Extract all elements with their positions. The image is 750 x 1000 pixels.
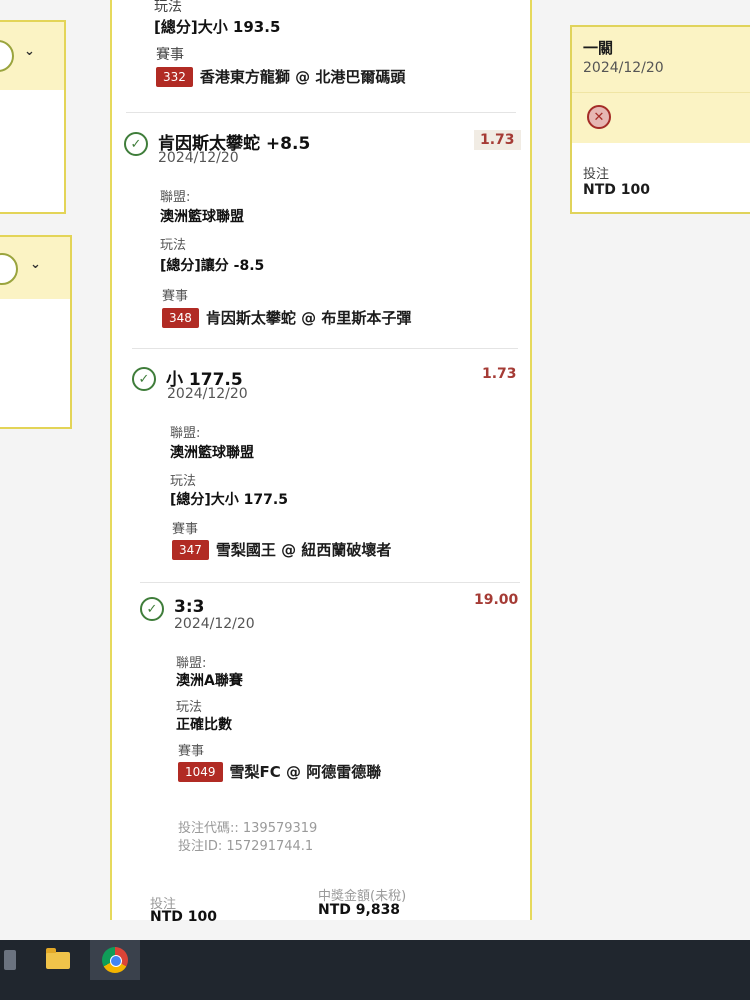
event-name: 香港東方龍獅 @ 北港巴爾碼頭: [199, 68, 406, 86]
chrome-button[interactable]: [95, 940, 135, 980]
league-label: 聯盟:: [160, 190, 191, 205]
chevron-down-icon[interactable]: ⌄: [24, 44, 35, 59]
bet-leg: ✓ 3:3 2024/12/20 19.00 聯盟: 澳洲A聯賽 玩法 正確比數…: [112, 590, 530, 790]
leg-date: 2024/12/20: [174, 616, 255, 632]
left-bet-card-1[interactable]: ⌄: [0, 20, 66, 214]
left-bet-card-2[interactable]: ⌄: [0, 235, 72, 429]
leg-date: 2024/12/20: [167, 386, 248, 402]
single-bet-card[interactable]: 一關 2024/12/20 ✕ 投注 NTD 100: [570, 25, 750, 214]
bet-leg: ✓ 肯因斯太攀蛇 +8.5 2024/12/20 1.73 聯盟: 澳洲籃球聯盟…: [112, 120, 530, 340]
event-code-badge: 347: [172, 539, 209, 560]
odds-badge: 1.73: [482, 366, 517, 382]
event-code-badge: 332: [156, 66, 193, 87]
check-circle-icon: ✓: [132, 367, 156, 391]
divider: [132, 348, 518, 349]
event-label: 賽事: [172, 522, 199, 537]
event-label: 賽事: [156, 47, 184, 63]
event-code-badge: 1049: [178, 761, 223, 782]
event-row: 332 香港東方龍獅 @ 北港巴爾碼頭: [156, 66, 405, 87]
check-circle-icon: ✓: [124, 132, 148, 156]
play-value: 正確比數: [176, 717, 232, 733]
stake-value: NTD 100: [150, 909, 217, 925]
stake-label: 投注: [583, 167, 610, 182]
event-name: 肯因斯太攀蛇 @ 布里斯本子彈: [205, 309, 412, 327]
chevron-down-icon[interactable]: ⌄: [30, 257, 41, 272]
bet-date: 2024/12/20: [583, 60, 664, 76]
event-name: 雪梨FC @ 阿德雷德聯: [229, 763, 382, 781]
divider: [126, 112, 516, 113]
bet-leg: ✓ 小 177.5 2024/12/20 1.73 聯盟: 澳洲籃球聯盟 玩法 …: [112, 356, 530, 576]
leg-date: 2024/12/20: [158, 150, 239, 166]
parlay-detail-panel: 玩法 [總分]大小 193.5 賽事 332 香港東方龍獅 @ 北港巴爾碼頭 ✓…: [110, 0, 532, 925]
play-type-value: [總分]大小 193.5: [154, 18, 281, 36]
event-label: 賽事: [162, 289, 189, 304]
taskbar-item[interactable]: [0, 940, 20, 980]
divider: [140, 582, 520, 583]
event-code-badge: 348: [162, 307, 199, 328]
file-explorer-button[interactable]: [38, 940, 78, 980]
play-value: [總分]讓分 -8.5: [160, 258, 265, 274]
taskbar: [0, 940, 750, 1000]
bet-id: 投注ID: 157291744.1: [178, 839, 314, 854]
app-icon: [4, 950, 16, 970]
folder-icon: [46, 947, 70, 969]
check-circle-icon: ✓: [140, 597, 164, 621]
odds-badge: 1.73: [474, 130, 521, 150]
payout-value: NTD 9,838: [318, 902, 401, 918]
event-row: 348 肯因斯太攀蛇 @ 布里斯本子彈: [162, 307, 411, 328]
stake-value: NTD 100: [583, 182, 650, 198]
bet-type: 一關: [583, 39, 614, 57]
odds-badge: 19.00: [474, 592, 519, 608]
league-value: 澳洲籃球聯盟: [160, 209, 244, 225]
event-label: 賽事: [178, 744, 205, 759]
league-label: 聯盟:: [176, 656, 207, 671]
screen: ⌄ ⌄ 玩法 [總分]大小 193.5 賽事 332 香港東方龍獅 @ 北港巴爾…: [0, 0, 750, 940]
event-name: 雪梨國王 @ 紐西蘭破壞者: [215, 541, 392, 559]
play-value: [總分]大小 177.5: [170, 492, 288, 508]
selection-title: 3:3: [174, 597, 205, 617]
play-label: 玩法: [160, 238, 187, 253]
play-type-label: 玩法: [154, 0, 182, 15]
event-row: 347 雪梨國王 @ 紐西蘭破壞者: [172, 539, 391, 560]
league-value: 澳洲籃球聯盟: [170, 445, 254, 461]
league-value: 澳洲A聯賽: [176, 673, 243, 689]
bet-code: 投注代碼:: 139579319: [178, 821, 318, 836]
play-label: 玩法: [176, 700, 203, 715]
lost-x-icon: ✕: [587, 105, 611, 129]
league-label: 聯盟:: [170, 426, 201, 441]
event-row: 1049 雪梨FC @ 阿德雷德聯: [178, 761, 381, 782]
chrome-icon: [102, 947, 128, 973]
play-label: 玩法: [170, 474, 197, 489]
